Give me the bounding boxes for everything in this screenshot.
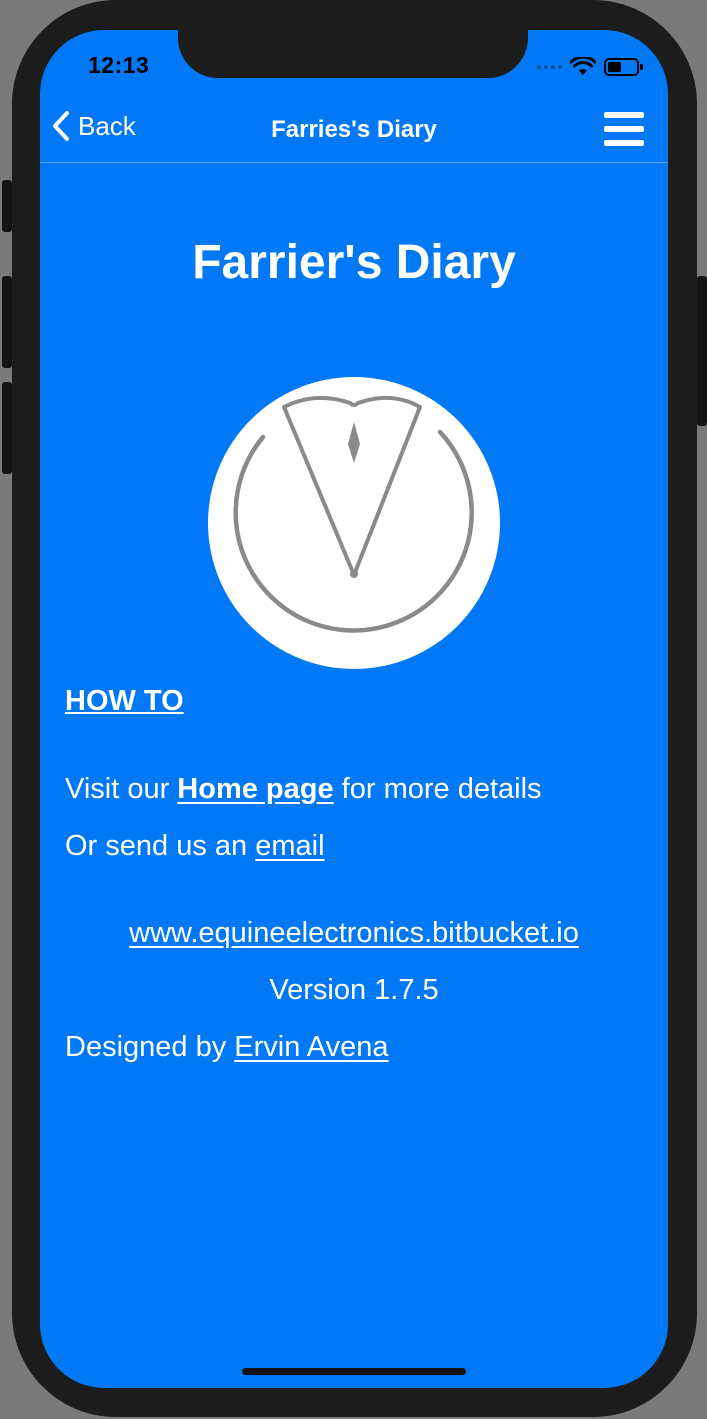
website-line: www.equineelectronics.bitbucket.io	[65, 917, 643, 950]
email-link[interactable]: email	[255, 830, 324, 862]
home-page-link[interactable]: Home page	[177, 773, 333, 805]
designed-by-line: Designed by Ervin Avena	[65, 1031, 389, 1064]
volume-up-button	[2, 276, 12, 368]
website-link[interactable]: www.equineelectronics.bitbucket.io	[129, 917, 579, 949]
page-title: Farrier's Diary	[192, 236, 516, 289]
email-line: Or send us an email	[65, 830, 325, 863]
cellular-signal-icon	[537, 65, 562, 69]
power-button	[697, 276, 707, 426]
visit-line: Visit our Home page for more details	[65, 773, 542, 806]
navigation-bar: Back Farries's Diary	[40, 100, 668, 163]
notch	[178, 30, 528, 78]
battery-icon	[604, 58, 643, 76]
status-icons	[537, 54, 644, 80]
home-indicator[interactable]	[242, 1368, 466, 1375]
visit-prefix: Visit our	[65, 773, 178, 805]
designed-prefix: Designed by	[65, 1031, 235, 1063]
visit-suffix: for more details	[333, 773, 542, 805]
volume-down-button	[2, 382, 12, 474]
status-time: 12:13	[88, 52, 150, 78]
nav-title: Farries's Diary	[271, 116, 437, 143]
farrier-logo	[208, 377, 500, 669]
hamburger-menu-icon[interactable]	[604, 110, 644, 148]
version-text: Version 1.7.5	[269, 974, 439, 1006]
howto-link[interactable]: HOW TO	[65, 685, 184, 718]
wifi-icon	[570, 57, 596, 75]
silent-switch	[2, 180, 12, 232]
app-screen: 12:13 Back Farries's Diary Farrier's Dia…	[40, 30, 668, 1388]
howto-label: HOW TO	[65, 685, 184, 717]
send-prefix: Or send us an	[65, 830, 256, 862]
designer-link[interactable]: Ervin Avena	[234, 1031, 388, 1063]
